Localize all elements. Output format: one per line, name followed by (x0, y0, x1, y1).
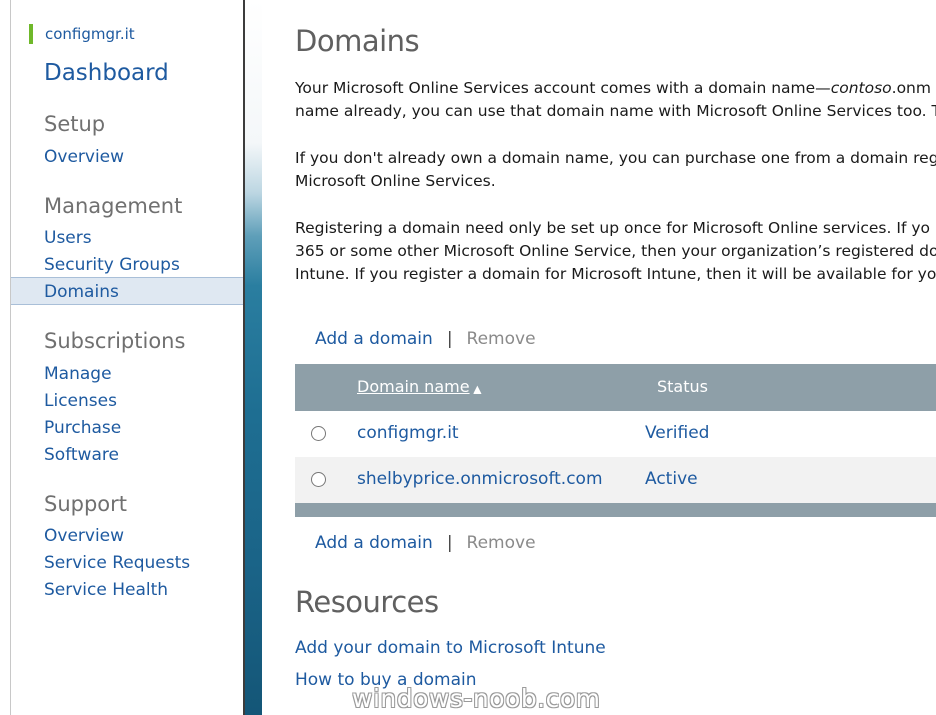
domains-table: Domain name ▲ Status configmgr.it Verifie… (295, 364, 936, 517)
domain-name-cell[interactable]: shelbyprice.onmicrosoft.com (357, 469, 603, 489)
domain-status-cell[interactable]: Verified (645, 423, 709, 443)
nav-heading-subscriptions: Subscriptions (44, 329, 186, 353)
nav-heading-setup: Setup (44, 112, 106, 136)
decorative-band (243, 0, 262, 715)
para1-italic: contoso (830, 79, 892, 97)
table-row[interactable]: shelbyprice.onmicrosoft.com Active (295, 457, 936, 503)
para3-line1: Registering a domain need only be set up… (295, 219, 930, 237)
nav-service-requests[interactable]: Service Requests (44, 552, 190, 574)
nav-dashboard[interactable]: Dashboard (44, 59, 169, 87)
intro-paragraph-3: Registering a domain need only be set up… (295, 217, 936, 286)
para3-line2: 365 or some other Microsoft Online Servi… (295, 242, 936, 260)
column-header-status: Status (657, 377, 708, 396)
table-row[interactable]: configmgr.it Verified (295, 411, 936, 457)
watermark: windows-noob.com (352, 684, 601, 713)
actions-separator: | (446, 533, 453, 553)
para1-line1: Your Microsoft Online Services account c… (295, 79, 831, 97)
add-domain-button[interactable]: Add a domain (315, 533, 433, 553)
page-title: Domains (295, 24, 420, 58)
table-footer (295, 503, 936, 517)
resources-title: Resources (295, 585, 439, 619)
main-content: Domains Your Microsoft Online Services a… (262, 0, 936, 715)
para2-line1: If you don't already own a domain name, … (295, 149, 936, 167)
domain-status-cell[interactable]: Active (645, 469, 698, 489)
nav-purchase[interactable]: Purchase (44, 417, 121, 439)
para2-line2: Microsoft Online Services. (295, 172, 496, 190)
para1-line2: name already, you can use that domain na… (295, 102, 936, 120)
nav-users[interactable]: Users (44, 227, 92, 249)
row-select-radio[interactable] (311, 426, 326, 441)
domain-actions-top: Add a domain | Remove (315, 328, 536, 350)
intro-paragraph-1: Your Microsoft Online Services account c… (295, 77, 936, 123)
nav-security-groups[interactable]: Security Groups (44, 254, 180, 276)
row-select-radio[interactable] (311, 472, 326, 487)
para1-line1-end: .onm (891, 79, 931, 97)
nav-support-overview[interactable]: Overview (44, 525, 124, 547)
column-header-domain-name[interactable]: Domain name ▲ (357, 377, 481, 396)
sidebar: configmgr.it Dashboard Setup Overview Ma… (11, 0, 243, 715)
nav-manage[interactable]: Manage (44, 363, 112, 385)
nav-heading-support: Support (44, 492, 128, 516)
window-edge (0, 0, 11, 715)
nav-setup-overview[interactable]: Overview (44, 146, 124, 168)
domain-actions-bottom: Add a domain | Remove (315, 532, 536, 554)
brand-link[interactable]: configmgr.it (29, 24, 135, 44)
actions-separator: | (446, 329, 453, 349)
nav-service-health[interactable]: Service Health (44, 579, 168, 601)
nav-heading-management: Management (44, 194, 183, 218)
nav-licenses[interactable]: Licenses (44, 390, 117, 412)
domain-name-cell[interactable]: configmgr.it (357, 423, 459, 443)
para3-line3: Intune. If you register a domain for Mic… (295, 265, 936, 283)
nav-software[interactable]: Software (44, 444, 119, 466)
nav-domains[interactable]: Domains (44, 281, 119, 303)
add-domain-button[interactable]: Add a domain (315, 329, 433, 349)
intro-paragraph-2: If you don't already own a domain name, … (295, 147, 936, 193)
table-header: Domain name ▲ Status (295, 364, 936, 411)
resource-link-intune[interactable]: Add your domain to Microsoft Intune (295, 637, 606, 659)
column-header-domain-name-label: Domain name (357, 377, 470, 396)
remove-domain-button[interactable]: Remove (467, 329, 536, 349)
sort-ascending-icon: ▲ (473, 384, 482, 395)
remove-domain-button[interactable]: Remove (467, 533, 536, 553)
